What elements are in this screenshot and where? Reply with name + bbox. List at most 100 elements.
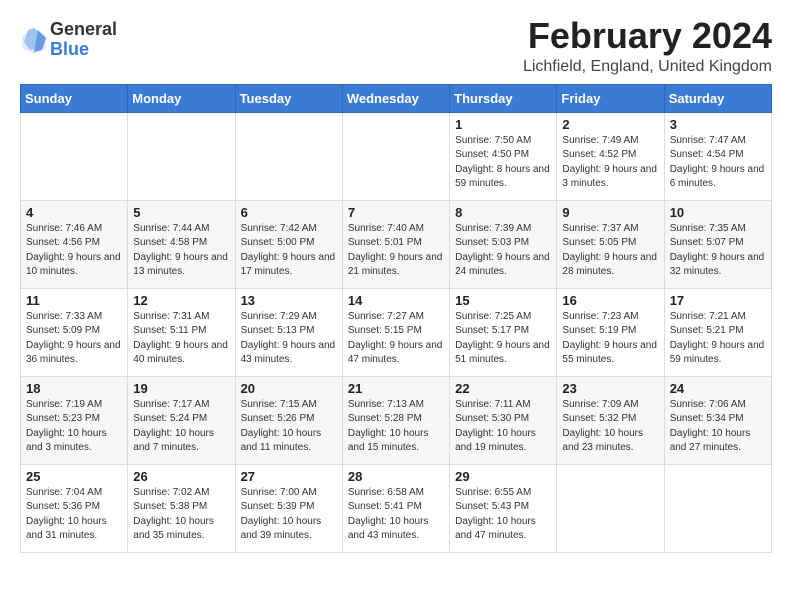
weekday-header-sunday: Sunday xyxy=(21,84,128,112)
day-number: 23 xyxy=(562,381,658,396)
day-info: Sunrise: 7:17 AMSunset: 5:24 PMDaylight:… xyxy=(133,398,229,456)
calendar-cell: 1Sunrise: 7:50 AMSunset: 4:50 PMDaylight… xyxy=(450,112,557,200)
day-info: Sunrise: 7:40 AMSunset: 5:01 PMDaylight:… xyxy=(348,222,444,280)
calendar-cell: 3 Sunrise: 7:47 AMSunset: 4:54 PMDaylight… xyxy=(664,112,771,200)
day-number: 28 xyxy=(348,469,444,484)
day-info: Sunrise: 7:37 AMSunset: 5:05 PMDaylight:… xyxy=(562,222,658,280)
calendar-cell: 22 Sunrise: 7:11 AMSunset: 5:30 PMDayligh… xyxy=(450,376,557,464)
weekday-header-tuesday: Tuesday xyxy=(235,84,342,112)
day-number: 21 xyxy=(348,381,444,396)
calendar-cell: 16 Sunrise: 7:23 AMSunset: 5:19 PMDayligh… xyxy=(557,288,664,376)
day-info: Sunrise: 7:33 AMSunset: 5:09 PMDaylight:… xyxy=(26,310,122,368)
calendar-week-3: 11 Sunrise: 7:33 AMSunset: 5:09 PMDayligh… xyxy=(21,288,772,376)
day-number: 26 xyxy=(133,469,229,484)
day-info: Sunrise: 7:00 AMSunset: 5:39 PMDaylight:… xyxy=(241,486,337,544)
calendar-table: SundayMondayTuesdayWednesdayThursdayFrid… xyxy=(20,84,772,553)
day-number: 13 xyxy=(241,293,337,308)
weekday-header-saturday: Saturday xyxy=(664,84,771,112)
day-number: 19 xyxy=(133,381,229,396)
day-number: 7 xyxy=(348,205,444,220)
day-number: 9 xyxy=(562,205,658,220)
day-number: 4 xyxy=(26,205,122,220)
month-year-title: February 2024 xyxy=(523,16,772,56)
day-info: Sunrise: 7:02 AMSunset: 5:38 PMDaylight:… xyxy=(133,486,229,544)
calendar-cell xyxy=(557,464,664,552)
day-info: Sunrise: 7:23 AMSunset: 5:19 PMDaylight:… xyxy=(562,310,658,368)
calendar-cell: 2 Sunrise: 7:49 AMSunset: 4:52 PMDaylight… xyxy=(557,112,664,200)
day-info: Sunrise: 7:47 AMSunset: 4:54 PMDaylight:… xyxy=(670,134,766,192)
calendar-cell: 6 Sunrise: 7:42 AMSunset: 5:00 PMDaylight… xyxy=(235,200,342,288)
weekday-header-monday: Monday xyxy=(128,84,235,112)
calendar-cell xyxy=(342,112,449,200)
day-info: Sunrise: 7:35 AMSunset: 5:07 PMDaylight:… xyxy=(670,222,766,280)
day-number: 29 xyxy=(455,469,551,484)
day-info: Sunrise: 6:55 AMSunset: 5:43 PMDaylight:… xyxy=(455,486,551,544)
calendar-cell: 11 Sunrise: 7:33 AMSunset: 5:09 PMDayligh… xyxy=(21,288,128,376)
day-number: 6 xyxy=(241,205,337,220)
day-number: 2 xyxy=(562,117,658,132)
day-number: 17 xyxy=(670,293,766,308)
calendar-cell: 18 Sunrise: 7:19 AMSunset: 5:23 PMDayligh… xyxy=(21,376,128,464)
logo-icon xyxy=(20,26,48,54)
day-number: 3 xyxy=(670,117,766,132)
day-info: Sunrise: 7:15 AMSunset: 5:26 PMDaylight:… xyxy=(241,398,337,456)
day-number: 12 xyxy=(133,293,229,308)
weekday-header-wednesday: Wednesday xyxy=(342,84,449,112)
calendar-cell: 12Sunrise: 7:31 AMSunset: 5:11 PMDayligh… xyxy=(128,288,235,376)
day-number: 15 xyxy=(455,293,551,308)
day-info: Sunrise: 7:39 AMSunset: 5:03 PMDaylight:… xyxy=(455,222,551,280)
calendar-cell: 29 Sunrise: 6:55 AMSunset: 5:43 PMDayligh… xyxy=(450,464,557,552)
day-info: Sunrise: 7:09 AMSunset: 5:32 PMDaylight:… xyxy=(562,398,658,456)
calendar-cell: 4 Sunrise: 7:46 AMSunset: 4:56 PMDaylight… xyxy=(21,200,128,288)
day-info: Sunrise: 7:44 AMSunset: 4:58 PMDaylight:… xyxy=(133,222,229,280)
day-number: 18 xyxy=(26,381,122,396)
day-info: Sunrise: 7:11 AMSunset: 5:30 PMDaylight:… xyxy=(455,398,551,456)
day-info: Sunrise: 7:13 AMSunset: 5:28 PMDaylight:… xyxy=(348,398,444,456)
day-info: Sunrise: 7:19 AMSunset: 5:23 PMDaylight:… xyxy=(26,398,122,456)
calendar-cell: 20 Sunrise: 7:15 AMSunset: 5:26 PMDayligh… xyxy=(235,376,342,464)
day-info: Sunrise: 7:42 AMSunset: 5:00 PMDaylight:… xyxy=(241,222,337,280)
calendar-cell: 14Sunrise: 7:27 AMSunset: 5:15 PMDayligh… xyxy=(342,288,449,376)
calendar-week-5: 25 Sunrise: 7:04 AMSunset: 5:36 PMDayligh… xyxy=(21,464,772,552)
calendar-cell: 21 Sunrise: 7:13 AMSunset: 5:28 PMDayligh… xyxy=(342,376,449,464)
weekday-header-thursday: Thursday xyxy=(450,84,557,112)
day-info: Sunrise: 7:27 AMSunset: 5:15 PMDaylight:… xyxy=(348,310,444,368)
title-area: February 2024 Lichfield, England, United… xyxy=(523,16,772,76)
day-number: 5 xyxy=(133,205,229,220)
calendar-cell: 7 Sunrise: 7:40 AMSunset: 5:01 PMDaylight… xyxy=(342,200,449,288)
day-number: 11 xyxy=(26,293,122,308)
day-info: Sunrise: 7:50 AMSunset: 4:50 PMDaylight:… xyxy=(455,134,551,192)
calendar-cell: 13 Sunrise: 7:29 AMSunset: 5:13 PMDayligh… xyxy=(235,288,342,376)
logo: General Blue xyxy=(20,20,117,60)
calendar-cell: 8Sunrise: 7:39 AMSunset: 5:03 PMDaylight… xyxy=(450,200,557,288)
calendar-cell xyxy=(128,112,235,200)
calendar-cell xyxy=(664,464,771,552)
calendar-cell: 10 Sunrise: 7:35 AMSunset: 5:07 PMDayligh… xyxy=(664,200,771,288)
weekday-header-row: SundayMondayTuesdayWednesdayThursdayFrid… xyxy=(21,84,772,112)
calendar-cell: 23 Sunrise: 7:09 AMSunset: 5:32 PMDayligh… xyxy=(557,376,664,464)
calendar-cell: 27 Sunrise: 7:00 AMSunset: 5:39 PMDayligh… xyxy=(235,464,342,552)
day-number: 27 xyxy=(241,469,337,484)
calendar-cell: 28 Sunrise: 6:58 AMSunset: 5:41 PMDayligh… xyxy=(342,464,449,552)
day-number: 20 xyxy=(241,381,337,396)
location-subtitle: Lichfield, England, United Kingdom xyxy=(523,58,772,76)
day-info: Sunrise: 7:06 AMSunset: 5:34 PMDaylight:… xyxy=(670,398,766,456)
day-number: 25 xyxy=(26,469,122,484)
day-number: 22 xyxy=(455,381,551,396)
day-info: Sunrise: 7:46 AMSunset: 4:56 PMDaylight:… xyxy=(26,222,122,280)
day-info: Sunrise: 7:04 AMSunset: 5:36 PMDaylight:… xyxy=(26,486,122,544)
calendar-cell: 5 Sunrise: 7:44 AMSunset: 4:58 PMDaylight… xyxy=(128,200,235,288)
calendar-cell xyxy=(21,112,128,200)
calendar-cell: 17Sunrise: 7:21 AMSunset: 5:21 PMDayligh… xyxy=(664,288,771,376)
day-info: Sunrise: 6:58 AMSunset: 5:41 PMDaylight:… xyxy=(348,486,444,544)
day-number: 10 xyxy=(670,205,766,220)
calendar-cell: 25 Sunrise: 7:04 AMSunset: 5:36 PMDayligh… xyxy=(21,464,128,552)
day-info: Sunrise: 7:49 AMSunset: 4:52 PMDaylight:… xyxy=(562,134,658,192)
calendar-cell: 19 Sunrise: 7:17 AMSunset: 5:24 PMDayligh… xyxy=(128,376,235,464)
logo-general-text: General xyxy=(50,20,117,40)
calendar-cell: 9 Sunrise: 7:37 AMSunset: 5:05 PMDaylight… xyxy=(557,200,664,288)
day-number: 16 xyxy=(562,293,658,308)
calendar-week-1: 1Sunrise: 7:50 AMSunset: 4:50 PMDaylight… xyxy=(21,112,772,200)
weekday-header-friday: Friday xyxy=(557,84,664,112)
day-info: Sunrise: 7:29 AMSunset: 5:13 PMDaylight:… xyxy=(241,310,337,368)
